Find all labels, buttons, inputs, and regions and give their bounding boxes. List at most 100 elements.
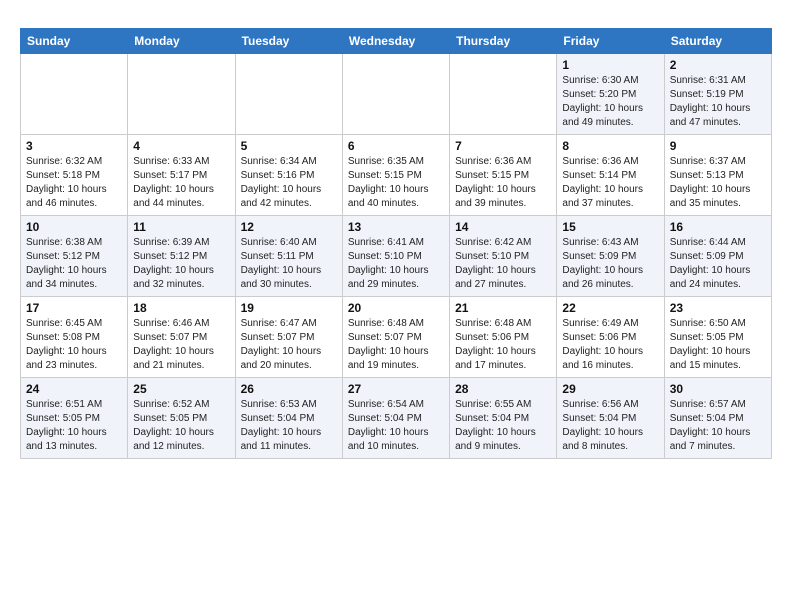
day-number: 15 <box>562 220 658 234</box>
day-detail: Sunrise: 6:31 AM Sunset: 5:19 PM Dayligh… <box>670 74 766 130</box>
weekday-header-sunday: Sunday <box>21 29 128 54</box>
calendar-row-3: 10 Sunrise: 6:38 AM Sunset: 5:12 PM Dayli… <box>21 216 772 297</box>
day-number: 18 <box>133 301 229 315</box>
weekday-header-row: SundayMondayTuesdayWednesdayThursdayFrid… <box>21 29 772 54</box>
day-detail: Sunrise: 6:36 AM Sunset: 5:15 PM Dayligh… <box>455 155 551 211</box>
calendar-cell: 22 Sunrise: 6:49 AM Sunset: 5:06 PM Dayli… <box>557 297 664 378</box>
day-number: 12 <box>241 220 337 234</box>
calendar-cell: 25Sunrise: 6:52 AM Sunset: 5:05 PM Dayli… <box>128 378 235 459</box>
calendar-cell: 1 Sunrise: 6:30 AM Sunset: 5:20 PM Daylig… <box>557 54 664 135</box>
calendar-cell: 27 Sunrise: 6:54 AM Sunset: 5:04 PM Dayli… <box>342 378 449 459</box>
calendar-cell: 20 Sunrise: 6:48 AM Sunset: 5:07 PM Dayli… <box>342 297 449 378</box>
calendar-cell: 24 Sunrise: 6:51 AM Sunset: 5:05 PM Dayli… <box>21 378 128 459</box>
day-number: 26 <box>241 382 337 396</box>
day-detail: Sunrise: 6:32 AM Sunset: 5:18 PM Dayligh… <box>26 155 122 211</box>
day-number: 16 <box>670 220 766 234</box>
day-detail: Sunrise: 6:50 AM Sunset: 5:05 PM Dayligh… <box>670 317 766 373</box>
day-detail: Sunrise: 6:55 AM Sunset: 5:04 PM Dayligh… <box>455 398 551 454</box>
day-number: 9 <box>670 139 766 153</box>
calendar-table: SundayMondayTuesdayWednesdayThursdayFrid… <box>20 28 772 459</box>
calendar-cell: 30 Sunrise: 6:57 AM Sunset: 5:04 PM Dayli… <box>664 378 771 459</box>
calendar-cell: 8 Sunrise: 6:36 AM Sunset: 5:14 PM Daylig… <box>557 135 664 216</box>
calendar-cell: 14 Sunrise: 6:42 AM Sunset: 5:10 PM Dayli… <box>450 216 557 297</box>
day-number: 7 <box>455 139 551 153</box>
day-number: 29 <box>562 382 658 396</box>
day-number: 6 <box>348 139 444 153</box>
calendar-cell <box>128 54 235 135</box>
calendar-cell: 10 Sunrise: 6:38 AM Sunset: 5:12 PM Dayli… <box>21 216 128 297</box>
calendar-cell: 15 Sunrise: 6:43 AM Sunset: 5:09 PM Dayli… <box>557 216 664 297</box>
calendar-cell: 16 Sunrise: 6:44 AM Sunset: 5:09 PM Dayli… <box>664 216 771 297</box>
day-detail: Sunrise: 6:36 AM Sunset: 5:14 PM Dayligh… <box>562 155 658 211</box>
calendar-cell <box>342 54 449 135</box>
calendar-cell: 9 Sunrise: 6:37 AM Sunset: 5:13 PM Daylig… <box>664 135 771 216</box>
weekday-header-wednesday: Wednesday <box>342 29 449 54</box>
day-detail: Sunrise: 6:30 AM Sunset: 5:20 PM Dayligh… <box>562 74 658 130</box>
day-number: 3 <box>26 139 122 153</box>
day-number: 11 <box>133 220 229 234</box>
calendar-cell: 29 Sunrise: 6:56 AM Sunset: 5:04 PM Dayli… <box>557 378 664 459</box>
calendar-cell <box>450 54 557 135</box>
day-number: 8 <box>562 139 658 153</box>
calendar-row-4: 17Sunrise: 6:45 AM Sunset: 5:08 PM Dayli… <box>21 297 772 378</box>
calendar-page: General Blue SundayMondayTuesdayWednesda… <box>0 0 792 475</box>
calendar-cell: 2 Sunrise: 6:31 AM Sunset: 5:19 PM Daylig… <box>664 54 771 135</box>
weekday-header-monday: Monday <box>128 29 235 54</box>
calendar-cell: 17Sunrise: 6:45 AM Sunset: 5:08 PM Dayli… <box>21 297 128 378</box>
calendar-cell: 7 Sunrise: 6:36 AM Sunset: 5:15 PM Daylig… <box>450 135 557 216</box>
day-number: 21 <box>455 301 551 315</box>
day-number: 10 <box>26 220 122 234</box>
day-number: 27 <box>348 382 444 396</box>
day-number: 22 <box>562 301 658 315</box>
day-detail: Sunrise: 6:37 AM Sunset: 5:13 PM Dayligh… <box>670 155 766 211</box>
calendar-cell: 13 Sunrise: 6:41 AM Sunset: 5:10 PM Dayli… <box>342 216 449 297</box>
day-detail: Sunrise: 6:34 AM Sunset: 5:16 PM Dayligh… <box>241 155 337 211</box>
day-number: 4 <box>133 139 229 153</box>
day-detail: Sunrise: 6:52 AM Sunset: 5:05 PM Dayligh… <box>133 398 229 454</box>
day-number: 30 <box>670 382 766 396</box>
day-detail: Sunrise: 6:57 AM Sunset: 5:04 PM Dayligh… <box>670 398 766 454</box>
day-number: 13 <box>348 220 444 234</box>
day-detail: Sunrise: 6:53 AM Sunset: 5:04 PM Dayligh… <box>241 398 337 454</box>
day-detail: Sunrise: 6:39 AM Sunset: 5:12 PM Dayligh… <box>133 236 229 292</box>
day-detail: Sunrise: 6:54 AM Sunset: 5:04 PM Dayligh… <box>348 398 444 454</box>
day-detail: Sunrise: 6:48 AM Sunset: 5:07 PM Dayligh… <box>348 317 444 373</box>
day-detail: Sunrise: 6:33 AM Sunset: 5:17 PM Dayligh… <box>133 155 229 211</box>
calendar-cell: 5 Sunrise: 6:34 AM Sunset: 5:16 PM Daylig… <box>235 135 342 216</box>
calendar-cell: 12 Sunrise: 6:40 AM Sunset: 5:11 PM Dayli… <box>235 216 342 297</box>
day-number: 24 <box>26 382 122 396</box>
day-detail: Sunrise: 6:56 AM Sunset: 5:04 PM Dayligh… <box>562 398 658 454</box>
day-number: 14 <box>455 220 551 234</box>
day-number: 2 <box>670 58 766 72</box>
calendar-cell: 3 Sunrise: 6:32 AM Sunset: 5:18 PM Daylig… <box>21 135 128 216</box>
day-number: 23 <box>670 301 766 315</box>
day-detail: Sunrise: 6:51 AM Sunset: 5:05 PM Dayligh… <box>26 398 122 454</box>
day-detail: Sunrise: 6:49 AM Sunset: 5:06 PM Dayligh… <box>562 317 658 373</box>
day-detail: Sunrise: 6:43 AM Sunset: 5:09 PM Dayligh… <box>562 236 658 292</box>
day-number: 19 <box>241 301 337 315</box>
day-number: 1 <box>562 58 658 72</box>
day-detail: Sunrise: 6:35 AM Sunset: 5:15 PM Dayligh… <box>348 155 444 211</box>
calendar-cell: 11 Sunrise: 6:39 AM Sunset: 5:12 PM Dayli… <box>128 216 235 297</box>
day-detail: Sunrise: 6:42 AM Sunset: 5:10 PM Dayligh… <box>455 236 551 292</box>
weekday-header-saturday: Saturday <box>664 29 771 54</box>
day-detail: Sunrise: 6:40 AM Sunset: 5:11 PM Dayligh… <box>241 236 337 292</box>
calendar-row-1: 1 Sunrise: 6:30 AM Sunset: 5:20 PM Daylig… <box>21 54 772 135</box>
day-number: 5 <box>241 139 337 153</box>
day-number: 17 <box>26 301 122 315</box>
day-detail: Sunrise: 6:44 AM Sunset: 5:09 PM Dayligh… <box>670 236 766 292</box>
calendar-cell: 23 Sunrise: 6:50 AM Sunset: 5:05 PM Dayli… <box>664 297 771 378</box>
day-detail: Sunrise: 6:41 AM Sunset: 5:10 PM Dayligh… <box>348 236 444 292</box>
weekday-header-thursday: Thursday <box>450 29 557 54</box>
calendar-cell: 26 Sunrise: 6:53 AM Sunset: 5:04 PM Dayli… <box>235 378 342 459</box>
day-detail: Sunrise: 6:38 AM Sunset: 5:12 PM Dayligh… <box>26 236 122 292</box>
calendar-cell: 6 Sunrise: 6:35 AM Sunset: 5:15 PM Daylig… <box>342 135 449 216</box>
weekday-header-tuesday: Tuesday <box>235 29 342 54</box>
day-number: 20 <box>348 301 444 315</box>
calendar-cell: 21Sunrise: 6:48 AM Sunset: 5:06 PM Dayli… <box>450 297 557 378</box>
calendar-cell <box>21 54 128 135</box>
day-number: 28 <box>455 382 551 396</box>
calendar-cell: 4 Sunrise: 6:33 AM Sunset: 5:17 PM Daylig… <box>128 135 235 216</box>
calendar-cell: 19Sunrise: 6:47 AM Sunset: 5:07 PM Dayli… <box>235 297 342 378</box>
day-detail: Sunrise: 6:46 AM Sunset: 5:07 PM Dayligh… <box>133 317 229 373</box>
